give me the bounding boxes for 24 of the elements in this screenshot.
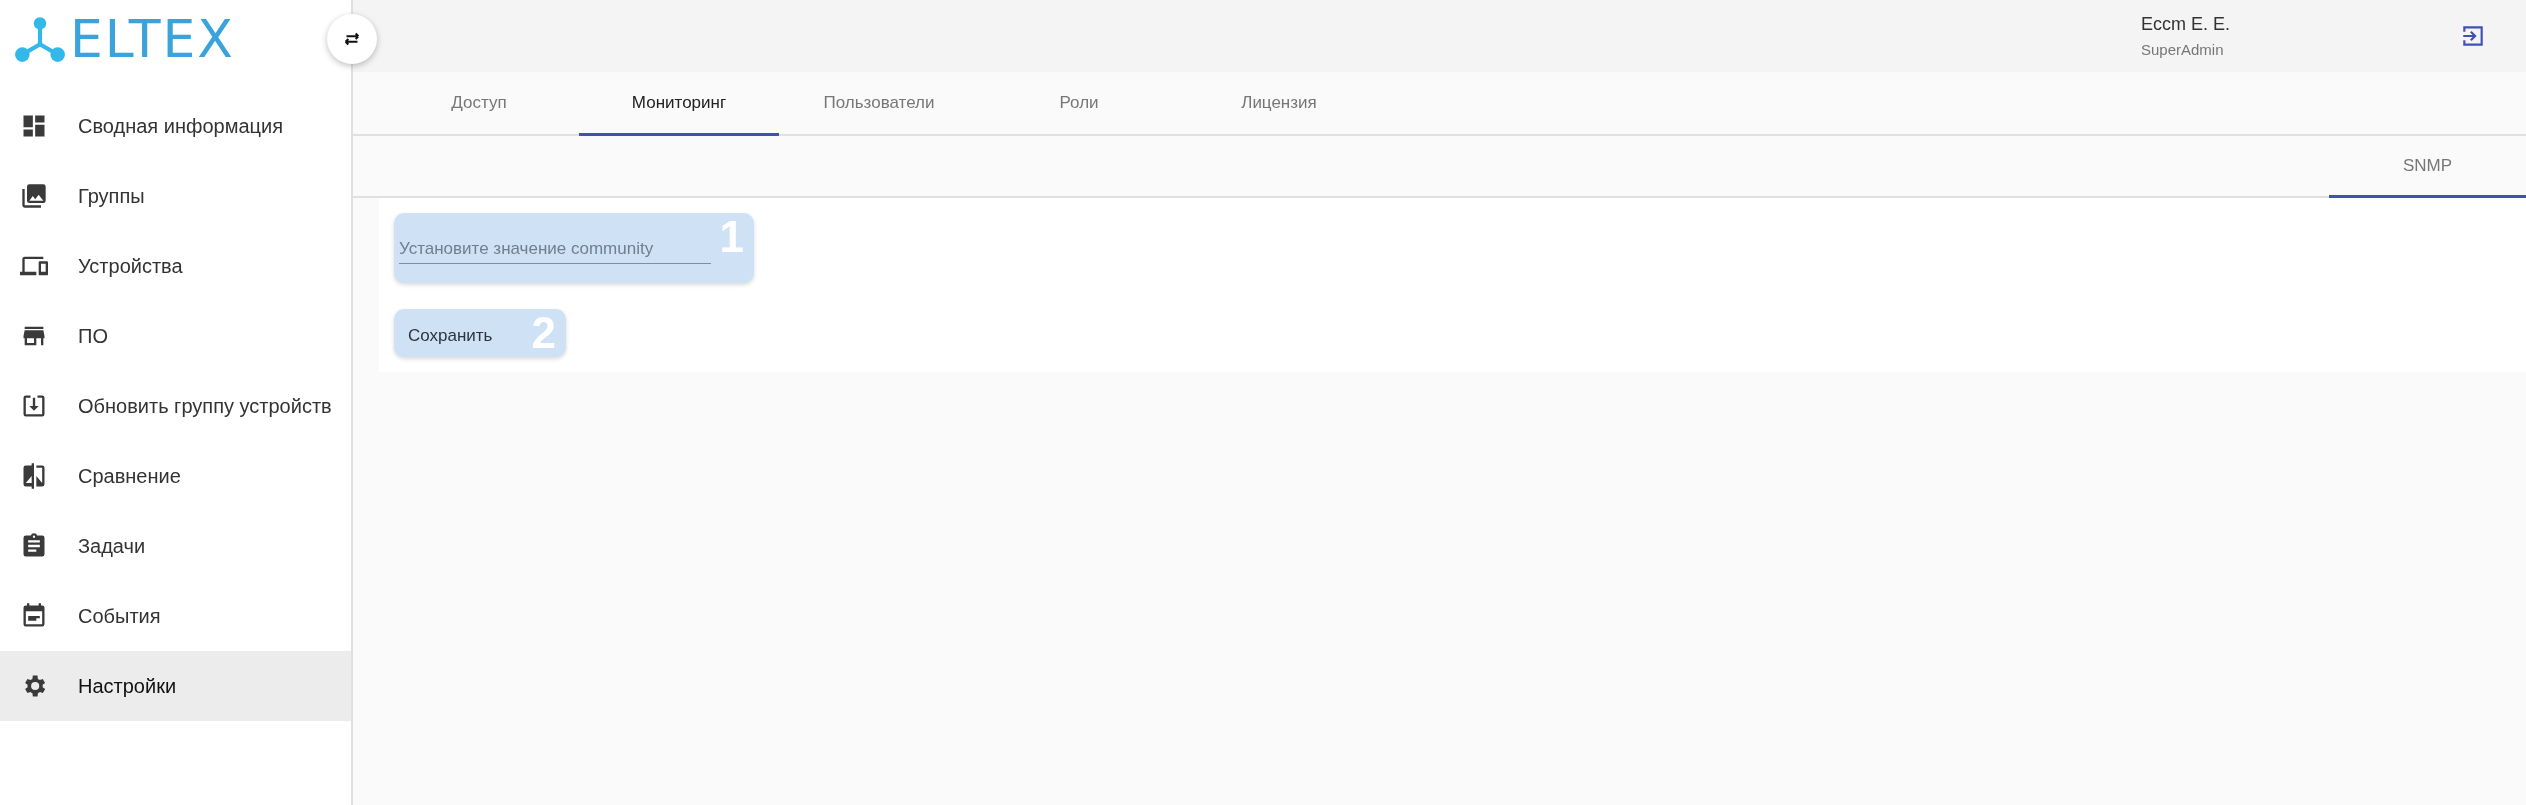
network-nodes-icon xyxy=(14,15,66,63)
logout-icon xyxy=(2460,23,2486,49)
logo: ELTEX xyxy=(14,13,235,65)
sidebar-item[interactable]: ПО xyxy=(0,301,351,371)
sidebar-item[interactable]: Сводная информация xyxy=(0,91,351,161)
tab[interactable]: Доступ xyxy=(379,72,579,136)
community-field[interactable]: Установите значение community xyxy=(399,235,711,264)
toggle-sidebar-button[interactable] xyxy=(327,14,377,64)
save-button[interactable]: Сохранить xyxy=(394,318,507,355)
tab[interactable]: Роли xyxy=(979,72,1179,136)
sidebar-item[interactable]: Устройства xyxy=(0,231,351,301)
tab[interactable]: Мониторинг xyxy=(579,72,779,136)
user-role: SuperAdmin xyxy=(2141,41,2225,58)
user-name: Eccm E. E. xyxy=(2141,14,2230,35)
photo-library-icon xyxy=(20,182,48,210)
logout-button[interactable] xyxy=(2460,23,2486,49)
tab[interactable]: Пользователи xyxy=(779,72,979,136)
sidebar-item[interactable]: Задачи xyxy=(0,511,351,581)
tab[interactable]: Лицензия xyxy=(1179,72,1379,136)
sidebar-item[interactable]: События xyxy=(0,581,351,651)
sidebar-item[interactable]: Группы xyxy=(0,161,351,231)
sidebar-item[interactable]: Обновить группу устройств xyxy=(0,371,351,441)
sidebar-item[interactable]: Настройки xyxy=(0,651,351,721)
sidebar-item[interactable]: Сравнение xyxy=(0,441,351,511)
